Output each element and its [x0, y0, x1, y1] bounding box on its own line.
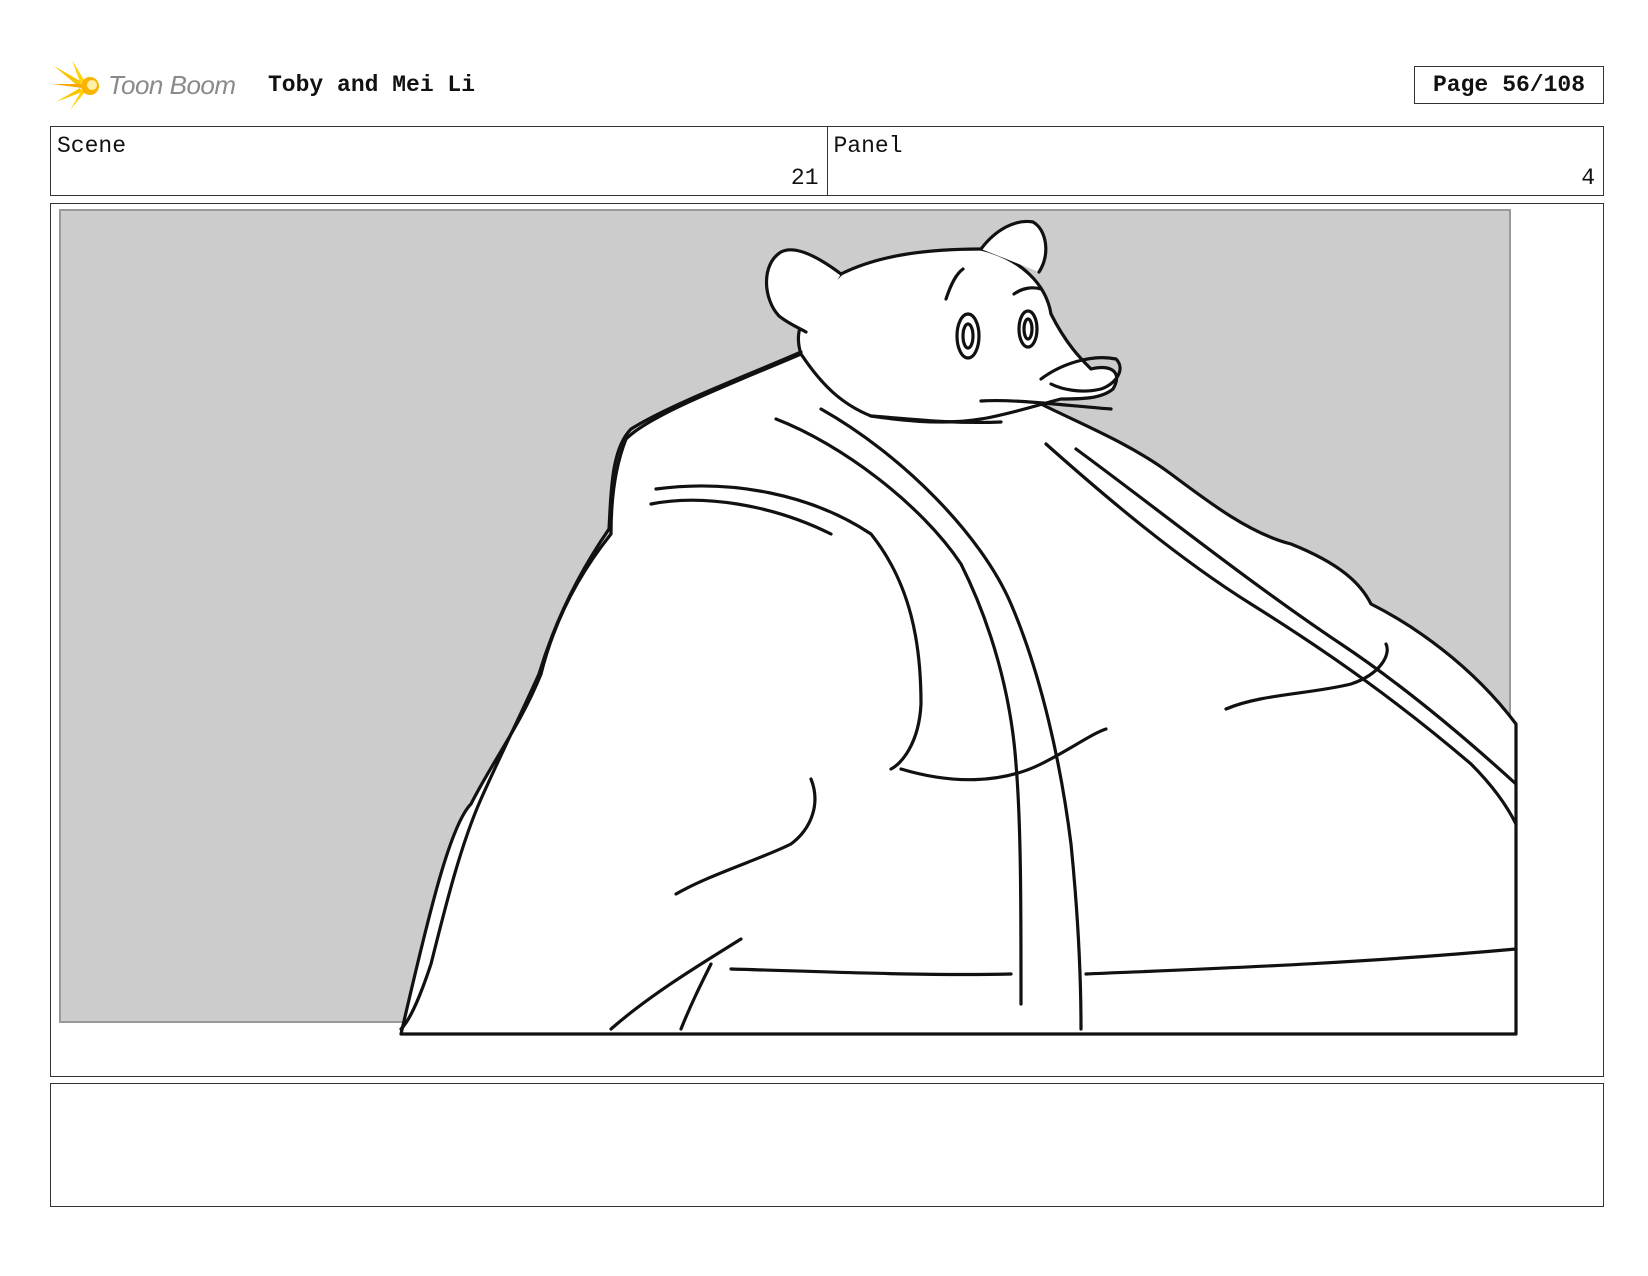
toon-boom-logo: Toon Boom [52, 58, 252, 112]
logo-text: Toon Boom [108, 70, 236, 100]
page-indicator: Page 56/108 [1414, 66, 1604, 104]
bear-sketch-image [51, 204, 1602, 1075]
panel-notes-box [50, 1083, 1604, 1207]
scene-panel-info: Scene 21 Panel 4 [50, 126, 1604, 196]
panel-number: 4 [1581, 165, 1595, 191]
panel-cell: Panel 4 [826, 127, 1604, 195]
panel-label: Panel [833, 133, 903, 159]
page-header: Toon Boom Toby and Mei Li Page 56/108 [52, 58, 1604, 114]
starburst-icon [52, 60, 99, 110]
page-number: 56/108 [1502, 72, 1586, 98]
scene-label: Scene [57, 133, 127, 159]
storyboard-panel [50, 203, 1604, 1077]
page-label: Page [1432, 72, 1489, 98]
scene-number: 21 [790, 165, 819, 191]
project-title: Toby and Mei Li [268, 72, 476, 98]
scene-cell: Scene 21 [51, 127, 827, 195]
